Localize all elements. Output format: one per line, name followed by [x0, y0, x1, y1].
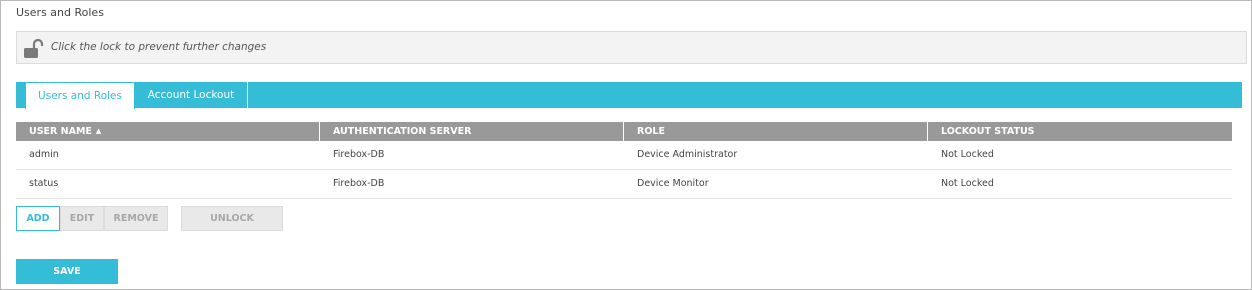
edit-button[interactable]: EDIT [60, 206, 104, 231]
table-row[interactable]: admin Firebox-DB Device Administrator No… [16, 141, 1232, 170]
cell-user-name: admin [29, 149, 59, 160]
cell-role: Device Monitor [637, 178, 709, 189]
cell-user-name: status [29, 178, 59, 189]
column-header-user-name[interactable]: USER NAME ▲ [16, 122, 320, 141]
cell-lockout-status: Not Locked [941, 149, 994, 160]
tab-bar: Users and Roles Account Lockout [16, 82, 1242, 109]
cell-role: Device Administrator [637, 149, 738, 160]
remove-button[interactable]: REMOVE [104, 206, 168, 231]
users-table: USER NAME ▲ AUTHENTICATION SERVER ROLE LO… [16, 122, 1232, 199]
tab-users-and-roles[interactable]: Users and Roles [25, 82, 135, 109]
table-header: USER NAME ▲ AUTHENTICATION SERVER ROLE LO… [16, 122, 1232, 141]
cell-authentication-server: Firebox-DB [333, 178, 385, 189]
column-header-lockout-status[interactable]: LOCKOUT STATUS [928, 122, 1232, 141]
tab-account-lockout[interactable]: Account Lockout [135, 82, 248, 108]
lock-message: Click the lock to prevent further change… [51, 41, 267, 53]
add-button[interactable]: ADD [16, 206, 60, 231]
cell-authentication-server: Firebox-DB [333, 149, 385, 160]
table-action-buttons: ADD EDIT REMOVE UNLOCK [16, 206, 283, 231]
column-header-authentication-server[interactable]: AUTHENTICATION SERVER [320, 122, 624, 141]
window-frame: Users and Roles Click the lock to preven… [0, 0, 1252, 290]
unlocked-padlock-icon[interactable] [22, 38, 44, 60]
save-button[interactable]: SAVE [16, 259, 118, 284]
unlock-button[interactable]: UNLOCK [181, 206, 283, 231]
sort-ascending-icon: ▲ [95, 127, 102, 135]
table-row[interactable]: status Firebox-DB Device Monitor Not Loc… [16, 170, 1232, 199]
column-header-role[interactable]: ROLE [624, 122, 928, 141]
page-title: Users and Roles [16, 6, 104, 19]
cell-lockout-status: Not Locked [941, 178, 994, 189]
lock-bar: Click the lock to prevent further change… [16, 31, 1247, 64]
